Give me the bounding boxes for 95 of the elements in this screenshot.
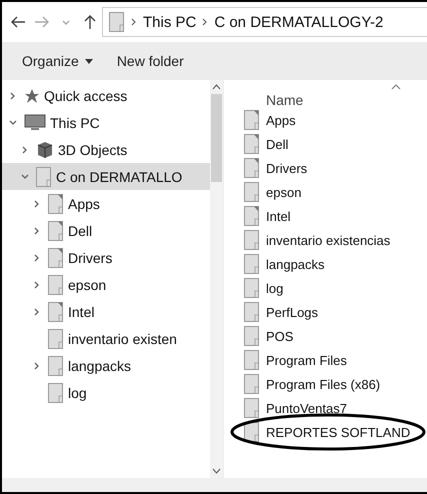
file-row[interactable]: langpacks [244, 252, 427, 276]
tree-label: Apps [68, 196, 100, 212]
file-name: PuntoVentas7 [266, 400, 347, 416]
tree-item[interactable]: This PC [2, 109, 210, 136]
document-icon [244, 374, 260, 394]
cube-icon [36, 140, 54, 158]
document-icon [48, 274, 64, 294]
file-name: inventario existencias [266, 232, 390, 248]
document-icon [48, 248, 64, 268]
file-name: Dell [266, 136, 288, 152]
document-icon [48, 302, 64, 322]
tree-label: Quick access [44, 88, 128, 104]
breadcrumb[interactable]: C on DERMATALLOGY-2 [214, 14, 384, 30]
tree-label: langpacks [68, 358, 132, 374]
document-icon [48, 356, 64, 376]
breadcrumb[interactable]: This PC [143, 14, 196, 30]
document-icon [244, 230, 260, 250]
file-name: log [266, 280, 284, 296]
chevron-down-icon[interactable] [8, 118, 18, 128]
tree-label: Intel [68, 304, 94, 320]
document-icon [109, 12, 125, 32]
file-name: Drivers [266, 160, 308, 176]
tree-item[interactable]: Dell [2, 217, 210, 244]
document-icon [244, 422, 260, 442]
tree-item[interactable]: Quick access [2, 82, 210, 109]
chevron-right-icon [202, 18, 208, 26]
tree-item[interactable]: Intel [2, 298, 210, 325]
tree-item[interactable]: C on DERMATALLO [2, 163, 210, 190]
file-name: epson [266, 184, 302, 200]
file-name: Program Files [266, 352, 347, 368]
tree-item[interactable]: langpacks [2, 352, 210, 379]
document-icon [244, 134, 260, 154]
document-icon [244, 182, 260, 202]
file-row[interactable]: Drivers [244, 156, 427, 180]
tree-item[interactable]: Drivers [2, 244, 210, 271]
document-icon [244, 206, 260, 226]
star-icon [24, 88, 40, 104]
document-icon [48, 328, 64, 348]
document-icon [244, 326, 260, 346]
file-name: Apps [266, 112, 296, 128]
up-icon[interactable] [82, 15, 98, 29]
document-icon [244, 110, 260, 130]
file-row[interactable]: Program Files (x86) [244, 372, 427, 396]
tree-item[interactable]: inventario existen [2, 325, 210, 352]
computer-icon [24, 114, 46, 132]
file-name: REPORTES SOFTLAND [266, 424, 410, 440]
file-name: Program Files (x86) [266, 376, 380, 392]
document-icon [48, 220, 64, 240]
sort-icon [391, 84, 401, 90]
horizontal-scrollbar[interactable] [2, 478, 427, 492]
file-row[interactable]: inventario existencias [244, 228, 427, 252]
toolbar-button[interactable]: Organize [22, 51, 93, 71]
document-icon [48, 382, 64, 402]
scroll-thumb[interactable] [211, 94, 222, 182]
column-header[interactable]: Name [266, 92, 304, 108]
tree-label: C on DERMATALLO [56, 168, 182, 184]
file-row[interactable]: log [244, 276, 427, 300]
file-row[interactable]: POS [244, 324, 427, 348]
tree-label: This PC [50, 114, 100, 130]
file-row[interactable]: Intel [244, 204, 427, 228]
tree-label: 3D Objects [58, 142, 128, 158]
chevron-down-icon[interactable] [20, 172, 30, 182]
document-icon [244, 278, 260, 298]
toolbar-button[interactable]: New folder [116, 51, 184, 71]
tree-label: inventario existen [68, 330, 177, 346]
file-row[interactable]: PuntoVentas7 [244, 396, 427, 420]
tree-item[interactable]: Apps [2, 190, 210, 217]
file-row[interactable]: Dell [244, 132, 427, 156]
document-icon [244, 398, 260, 418]
address-bar[interactable]: This PC C on DERMATALLOGY-2 [102, 7, 427, 37]
document-icon [244, 254, 260, 274]
tree-label: Drivers [68, 250, 112, 266]
file-name: Intel [266, 208, 291, 224]
file-name: langpacks [266, 256, 325, 272]
document-icon [244, 350, 260, 370]
caret-icon [84, 58, 93, 64]
chevron-right-icon [131, 18, 137, 26]
document-icon [48, 194, 64, 214]
tree-item[interactable]: 3D Objects [2, 136, 210, 163]
file-row[interactable]: Program Files [244, 348, 427, 372]
file-row[interactable]: PerfLogs [244, 300, 427, 324]
file-name: PerfLogs [266, 304, 318, 320]
file-row[interactable]: Apps [244, 108, 427, 132]
tree-item[interactable]: epson [2, 271, 210, 298]
scrollbar[interactable] [210, 80, 223, 478]
tree-label: Dell [68, 222, 92, 238]
document-icon [244, 158, 260, 178]
back-icon[interactable] [10, 15, 26, 29]
document-icon [36, 166, 52, 186]
file-row[interactable]: epson [244, 180, 427, 204]
document-icon [244, 302, 260, 322]
tree-label: epson [68, 276, 106, 292]
tree-item[interactable]: log [2, 379, 210, 406]
tree-label: log [68, 384, 87, 400]
file-name: POS [266, 328, 294, 344]
